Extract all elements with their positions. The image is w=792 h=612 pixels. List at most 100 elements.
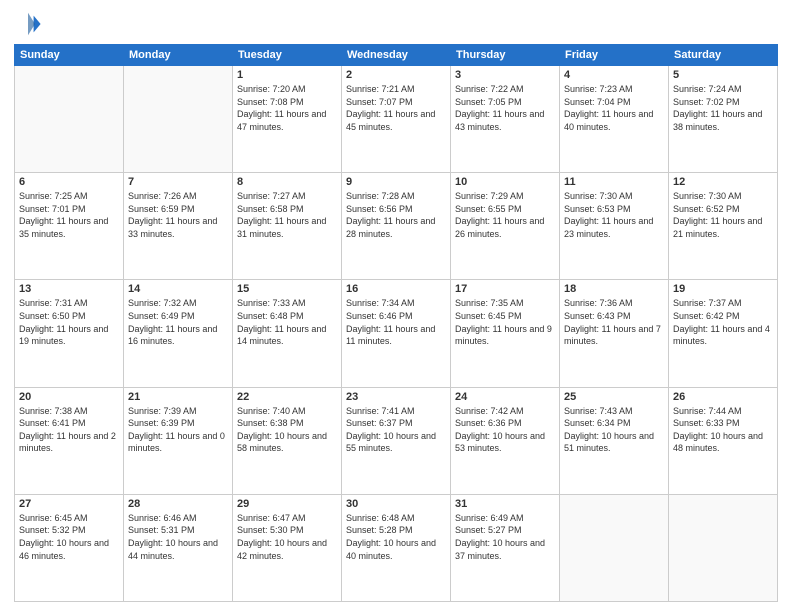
calendar-cell: 12 Sunrise: 7:30 AM Sunset: 6:52 PM Dayli… <box>669 173 778 280</box>
day-info: Sunrise: 7:41 AM Sunset: 6:37 PM Dayligh… <box>346 405 446 455</box>
day-number: 9 <box>346 176 446 188</box>
day-number: 26 <box>673 391 773 403</box>
calendar-cell: 7 Sunrise: 7:26 AM Sunset: 6:59 PM Daylig… <box>124 173 233 280</box>
calendar-cell: 8 Sunrise: 7:27 AM Sunset: 6:58 PM Daylig… <box>233 173 342 280</box>
calendar-cell <box>15 66 124 173</box>
day-info: Sunrise: 7:36 AM Sunset: 6:43 PM Dayligh… <box>564 297 664 347</box>
day-info: Sunrise: 7:23 AM Sunset: 7:04 PM Dayligh… <box>564 83 664 133</box>
weekday-header-tuesday: Tuesday <box>233 45 342 66</box>
day-number: 17 <box>455 283 555 295</box>
day-number: 21 <box>128 391 228 403</box>
calendar-week-row-5: 27Sunrise: 6:45 AM Sunset: 5:32 PM Dayli… <box>15 494 778 601</box>
weekday-header-saturday: Saturday <box>669 45 778 66</box>
day-info: Sunrise: 7:34 AM Sunset: 6:46 PM Dayligh… <box>346 297 446 347</box>
day-info: Sunrise: 7:27 AM Sunset: 6:58 PM Dayligh… <box>237 190 337 240</box>
calendar-cell: 10 Sunrise: 7:29 AM Sunset: 6:55 PM Dayli… <box>451 173 560 280</box>
day-info: Sunrise: 7:29 AM Sunset: 6:55 PM Dayligh… <box>455 190 555 240</box>
weekday-header-sunday: Sunday <box>15 45 124 66</box>
day-number: 8 <box>237 176 337 188</box>
calendar-cell: 9 Sunrise: 7:28 AM Sunset: 6:56 PM Daylig… <box>342 173 451 280</box>
calendar-cell: 11 Sunrise: 7:30 AM Sunset: 6:53 PM Dayli… <box>560 173 669 280</box>
weekday-header-thursday: Thursday <box>451 45 560 66</box>
day-number: 1 <box>237 69 337 81</box>
calendar-cell: 1 Sunrise: 7:20 AM Sunset: 7:08 PM Daylig… <box>233 66 342 173</box>
day-number: 19 <box>673 283 773 295</box>
calendar-cell: 2Sunrise: 7:21 AM Sunset: 7:07 PM Daylig… <box>342 66 451 173</box>
calendar-cell: 4 Sunrise: 7:23 AM Sunset: 7:04 PM Daylig… <box>560 66 669 173</box>
day-number: 28 <box>128 498 228 510</box>
day-number: 31 <box>455 498 555 510</box>
day-number: 20 <box>19 391 119 403</box>
day-number: 11 <box>564 176 664 188</box>
logo-icon <box>14 10 42 38</box>
calendar-cell: 16 Sunrise: 7:34 AM Sunset: 6:46 PM Dayli… <box>342 280 451 387</box>
page: SundayMondayTuesdayWednesdayThursdayFrid… <box>0 0 792 612</box>
weekday-header-friday: Friday <box>560 45 669 66</box>
calendar-cell: 30Sunrise: 6:48 AM Sunset: 5:28 PM Dayli… <box>342 494 451 601</box>
day-number: 16 <box>346 283 446 295</box>
day-number: 13 <box>19 283 119 295</box>
day-info: Sunrise: 7:24 AM Sunset: 7:02 PM Dayligh… <box>673 83 773 133</box>
day-number: 6 <box>19 176 119 188</box>
logo <box>14 10 46 38</box>
day-info: Sunrise: 6:47 AM Sunset: 5:30 PM Dayligh… <box>237 512 337 562</box>
calendar-cell: 29 Sunrise: 6:47 AM Sunset: 5:30 PM Dayli… <box>233 494 342 601</box>
day-number: 25 <box>564 391 664 403</box>
day-info: Sunrise: 7:40 AM Sunset: 6:38 PM Dayligh… <box>237 405 337 455</box>
day-info: Sunrise: 7:33 AM Sunset: 6:48 PM Dayligh… <box>237 297 337 347</box>
calendar-cell: 19 Sunrise: 7:37 AM Sunset: 6:42 PM Dayli… <box>669 280 778 387</box>
calendar-cell <box>669 494 778 601</box>
calendar-cell: 5 Sunrise: 7:24 AM Sunset: 7:02 PM Daylig… <box>669 66 778 173</box>
calendar-cell: 27Sunrise: 6:45 AM Sunset: 5:32 PM Dayli… <box>15 494 124 601</box>
calendar-cell: 22 Sunrise: 7:40 AM Sunset: 6:38 PM Dayli… <box>233 387 342 494</box>
day-info: Sunrise: 7:30 AM Sunset: 6:52 PM Dayligh… <box>673 190 773 240</box>
calendar-cell: 18Sunrise: 7:36 AM Sunset: 6:43 PM Dayli… <box>560 280 669 387</box>
day-info: Sunrise: 7:42 AM Sunset: 6:36 PM Dayligh… <box>455 405 555 455</box>
calendar-week-row-1: 1 Sunrise: 7:20 AM Sunset: 7:08 PM Daylig… <box>15 66 778 173</box>
calendar-cell: 25Sunrise: 7:43 AM Sunset: 6:34 PM Dayli… <box>560 387 669 494</box>
calendar-cell: 3Sunrise: 7:22 AM Sunset: 7:05 PM Daylig… <box>451 66 560 173</box>
day-info: Sunrise: 7:32 AM Sunset: 6:49 PM Dayligh… <box>128 297 228 347</box>
weekday-header-row: SundayMondayTuesdayWednesdayThursdayFrid… <box>15 45 778 66</box>
calendar-cell: 24 Sunrise: 7:42 AM Sunset: 6:36 PM Dayli… <box>451 387 560 494</box>
calendar-cell: 13Sunrise: 7:31 AM Sunset: 6:50 PM Dayli… <box>15 280 124 387</box>
calendar-cell: 14Sunrise: 7:32 AM Sunset: 6:49 PM Dayli… <box>124 280 233 387</box>
day-info: Sunrise: 7:35 AM Sunset: 6:45 PM Dayligh… <box>455 297 555 347</box>
day-number: 5 <box>673 69 773 81</box>
day-info: Sunrise: 7:44 AM Sunset: 6:33 PM Dayligh… <box>673 405 773 455</box>
calendar-cell: 26 Sunrise: 7:44 AM Sunset: 6:33 PM Dayli… <box>669 387 778 494</box>
weekday-header-monday: Monday <box>124 45 233 66</box>
weekday-header-wednesday: Wednesday <box>342 45 451 66</box>
day-number: 7 <box>128 176 228 188</box>
header <box>14 10 778 38</box>
day-info: Sunrise: 7:20 AM Sunset: 7:08 PM Dayligh… <box>237 83 337 133</box>
calendar-cell: 31Sunrise: 6:49 AM Sunset: 5:27 PM Dayli… <box>451 494 560 601</box>
day-number: 3 <box>455 69 555 81</box>
day-number: 15 <box>237 283 337 295</box>
day-number: 30 <box>346 498 446 510</box>
day-info: Sunrise: 7:28 AM Sunset: 6:56 PM Dayligh… <box>346 190 446 240</box>
day-info: Sunrise: 6:46 AM Sunset: 5:31 PM Dayligh… <box>128 512 228 562</box>
calendar-cell: 28 Sunrise: 6:46 AM Sunset: 5:31 PM Dayli… <box>124 494 233 601</box>
calendar-cell: 15 Sunrise: 7:33 AM Sunset: 6:48 PM Dayli… <box>233 280 342 387</box>
calendar-cell: 20 Sunrise: 7:38 AM Sunset: 6:41 PM Dayli… <box>15 387 124 494</box>
day-info: Sunrise: 7:25 AM Sunset: 7:01 PM Dayligh… <box>19 190 119 240</box>
day-info: Sunrise: 7:26 AM Sunset: 6:59 PM Dayligh… <box>128 190 228 240</box>
calendar-week-row-3: 13Sunrise: 7:31 AM Sunset: 6:50 PM Dayli… <box>15 280 778 387</box>
day-info: Sunrise: 7:38 AM Sunset: 6:41 PM Dayligh… <box>19 405 119 455</box>
calendar-cell: 17 Sunrise: 7:35 AM Sunset: 6:45 PM Dayli… <box>451 280 560 387</box>
day-number: 22 <box>237 391 337 403</box>
day-number: 29 <box>237 498 337 510</box>
day-info: Sunrise: 7:37 AM Sunset: 6:42 PM Dayligh… <box>673 297 773 347</box>
calendar-week-row-4: 20 Sunrise: 7:38 AM Sunset: 6:41 PM Dayli… <box>15 387 778 494</box>
day-number: 12 <box>673 176 773 188</box>
calendar-cell: 21 Sunrise: 7:39 AM Sunset: 6:39 PM Dayli… <box>124 387 233 494</box>
day-number: 23 <box>346 391 446 403</box>
day-number: 24 <box>455 391 555 403</box>
day-info: Sunrise: 7:39 AM Sunset: 6:39 PM Dayligh… <box>128 405 228 455</box>
day-info: Sunrise: 7:30 AM Sunset: 6:53 PM Dayligh… <box>564 190 664 240</box>
calendar-week-row-2: 6 Sunrise: 7:25 AM Sunset: 7:01 PM Daylig… <box>15 173 778 280</box>
day-number: 10 <box>455 176 555 188</box>
day-number: 4 <box>564 69 664 81</box>
calendar-cell: 23 Sunrise: 7:41 AM Sunset: 6:37 PM Dayli… <box>342 387 451 494</box>
